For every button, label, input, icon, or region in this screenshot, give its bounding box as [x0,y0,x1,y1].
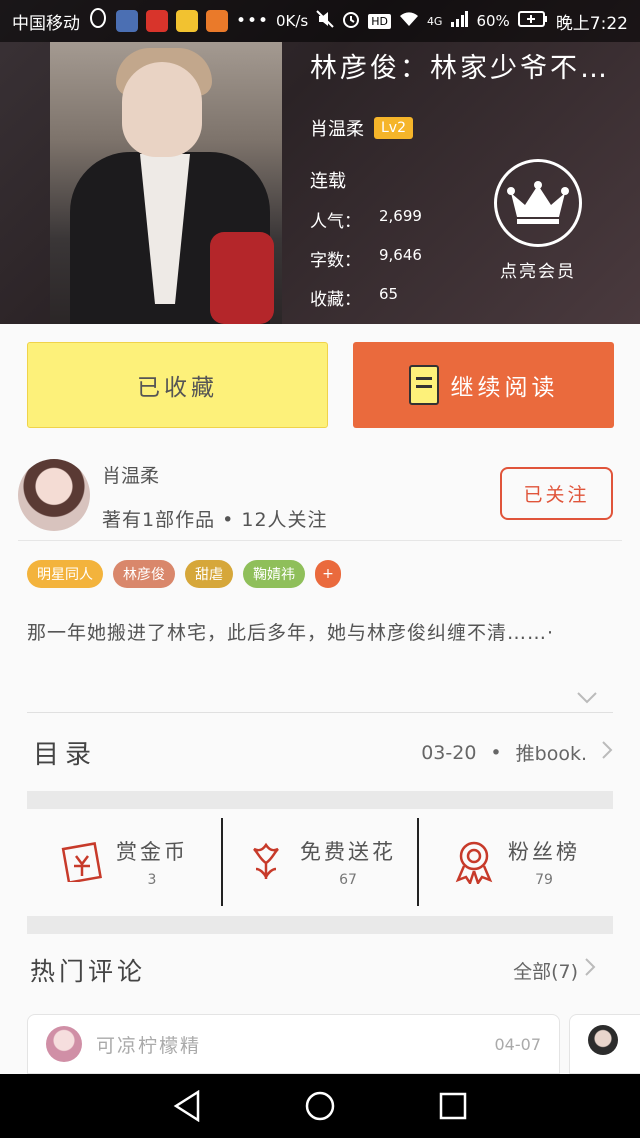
toc-date: 03-20 [421,741,477,764]
red-envelope-icon [60,840,104,884]
play-app-icon [206,10,228,32]
gift-value: 3 [147,872,157,888]
hot-comments-header: 热门评论 全部(7) [30,952,596,988]
crown-icon [494,159,582,247]
gift-label: 免费送花 [300,840,396,864]
hd-icon: HD [368,13,391,29]
continue-reading-button[interactable]: 继续阅读 [353,342,614,428]
reward-coins-button[interactable]: 赏金币 3 [27,818,221,906]
toc-dot: • [490,741,502,764]
tag[interactable]: 明星同人 [27,560,103,588]
comment-card[interactable] [569,1014,640,1074]
author-section: 肖温柔 著有1部作品 • 12人关注 已关注 [18,457,622,541]
vip-button[interactable]: 点亮会员 [494,159,582,282]
network-type: 4G [426,14,443,28]
stat-label: 人气： [310,212,361,232]
fan-ranking-button[interactable]: 粉丝榜 79 [417,818,613,906]
chevron-down-icon[interactable] [576,686,598,711]
star-app-icon [176,10,198,32]
book-author-row: 肖温柔 Lv2 [310,115,630,141]
clock: 晚上7:22 [555,13,628,34]
author-level-badge: Lv2 [374,117,413,139]
comment-card[interactable]: 可凉柠檬精 04-07 [27,1014,560,1074]
collected-button[interactable]: 已收藏 [27,342,328,428]
mute-icon [316,10,334,32]
follow-button[interactable]: 已关注 [500,467,613,520]
all-comments-link[interactable]: 全部(7) [513,957,596,984]
gift-bar: 赏金币 3 免费送花 67 粉丝榜 79 [27,818,613,906]
avatar[interactable] [18,459,90,531]
cover-figure-bag [210,232,274,324]
add-tag-button[interactable]: + [315,560,341,588]
continue-reading-label: 继续阅读 [450,375,559,401]
status-bar: 中国移动 ••• 0K/s HD 4G 60% 晚上7:22 [0,0,640,42]
book-header: 林彦俊：林家少爷不… 肖温柔 Lv2 连载 人气： 2,699 字数： 9,64… [0,0,640,324]
hot-comments-title: 热门评论 [30,957,147,986]
battery-icon [517,11,548,31]
book-cover-image[interactable] [50,42,282,324]
section-divider [27,916,613,934]
stat-favorites: 收藏： 65 [310,285,630,310]
wifi-icon [399,11,419,31]
tag[interactable]: 鞠婧祎 [243,560,305,588]
vip-label: 点亮会员 [500,262,576,282]
toc-latest: 03-20 • 推book. [421,739,613,766]
avatar[interactable] [46,1026,82,1062]
qq-icon [88,7,108,35]
back-icon[interactable] [167,1086,207,1126]
chevron-right-icon [601,740,613,766]
carrier-label: 中国移动 [12,13,80,34]
cover-figure-face [122,62,202,157]
tag[interactable]: 林彦俊 [113,560,175,588]
send-flower-button[interactable]: 免费送花 67 [221,818,417,906]
system-navigation-bar [0,1074,640,1138]
book-detail-content: 已收藏 继续阅读 肖温柔 著有1部作品 • 12人关注 已关注 明星同人 林彦俊… [0,324,640,1074]
book-author-name[interactable]: 肖温柔 [310,115,364,141]
toc-source: 推book. [515,743,587,765]
tag[interactable]: 甜虐 [185,560,233,588]
signal-icon [450,11,469,31]
all-comments-label: 全部(7) [513,960,578,983]
medal-icon [452,840,496,884]
alarm-icon [342,10,360,32]
stat-popularity: 人气： 2,699 [310,207,630,232]
author-meta: 著有1部作品 • 12人关注 [102,509,328,531]
tag-list: 明星同人 林彦俊 甜虐 鞠婧祎 + [27,560,341,588]
book-icon [408,365,439,405]
gift-value: 67 [339,872,357,888]
stat-value: 9,646 [379,246,422,264]
toc-title: 目录 [33,740,98,770]
avatar[interactable] [588,1025,618,1055]
stat-value: 65 [379,285,399,303]
gift-label: 粉丝榜 [508,840,580,864]
book-info: 林彦俊：林家少爷不… 肖温柔 Lv2 连载 人气： 2,699 字数： 9,64… [310,46,630,310]
book-intro[interactable]: 那一年她搬进了林宅，此后多年，她与林彦俊纠缠不清……· [27,618,607,648]
table-of-contents-row[interactable]: 目录 03-20 • 推book. [27,712,613,792]
comment-username: 可凉柠檬精 [96,1034,202,1057]
section-divider [27,791,613,809]
battery-percent: 60% [476,12,510,30]
stat-word-count: 字数： 9,646 [310,246,630,271]
book-title: 林彦俊：林家少爷不… [310,53,610,84]
home-icon[interactable] [300,1086,340,1126]
more-notifications: ••• [236,11,270,31]
flower-icon [244,840,288,884]
author-name[interactable]: 肖温柔 [102,461,159,488]
stat-label: 收藏： [310,290,361,310]
stat-value: 2,699 [379,207,422,225]
comment-date: 04-07 [494,1034,542,1054]
app-notification-icon [116,10,138,32]
chevron-right-icon [584,957,596,983]
gift-label: 赏金币 [116,840,188,864]
book-status: 连载 [310,171,346,192]
app-notification-icon [146,10,168,32]
stat-label: 字数： [310,251,361,271]
network-speed: 0K/s [275,12,309,30]
recent-apps-icon[interactable] [433,1086,473,1126]
gift-value: 79 [535,872,553,888]
